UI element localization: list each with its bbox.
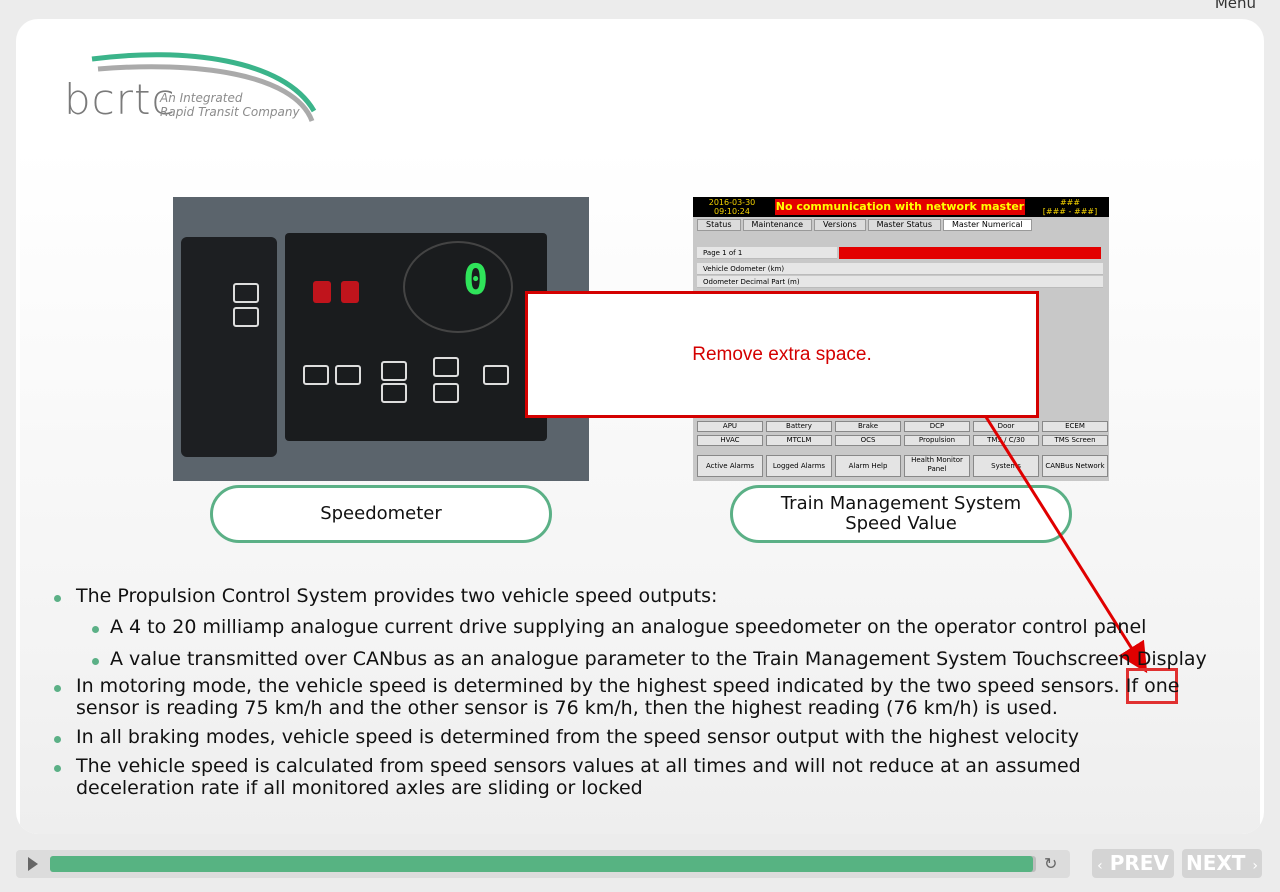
player-controls: ↻ [16, 850, 1070, 878]
list-item: In motoring mode, the vehicle speed is d… [50, 675, 1179, 719]
list-item: The Propulsion Control System provides t… [50, 585, 717, 607]
bullet-icon [54, 685, 61, 692]
replay-icon[interactable]: ↻ [1044, 854, 1057, 874]
tms-button: TMS Screen [1042, 435, 1108, 446]
red-switch [341, 281, 359, 303]
speed-dial [403, 241, 513, 333]
caption-speedometer: Speedometer [210, 485, 552, 543]
bullet-icon [54, 736, 61, 743]
tms-button: ECEM [1042, 421, 1108, 432]
tms-button: Battery [766, 421, 832, 432]
tms-alert: No communication with network master [775, 199, 1025, 215]
panel-button [483, 365, 509, 385]
panel-button [433, 383, 459, 403]
tms-row: Odometer Decimal Part (m) [697, 276, 1103, 288]
bullet-icon [54, 765, 61, 772]
progress-bar[interactable] [50, 856, 1036, 872]
tms-datetime: 2016-03-30 09:10:24 [708, 198, 756, 216]
chevron-right-icon: › [1252, 858, 1259, 874]
list-item: A 4 to 20 milliamp analogue current driv… [50, 616, 1146, 638]
tms-hash: ### [### - ###] [1042, 198, 1098, 216]
panel-button [381, 361, 407, 381]
tms-button: APU [697, 421, 763, 432]
review-callout: Remove extra space. [525, 291, 1039, 418]
tms-button-row: Active Alarms Logged Alarms Alarm Help H… [697, 455, 1108, 477]
bullet-icon [92, 626, 99, 633]
tms-tab: Versions [814, 219, 866, 231]
panel-button [335, 365, 361, 385]
tms-tab: Master Numerical [942, 219, 1032, 231]
tms-button: Health Monitor Panel [904, 455, 970, 477]
tms-tabs: Status Maintenance Versions Master Statu… [697, 219, 1032, 231]
list-item: The vehicle speed is calculated from spe… [50, 755, 1081, 799]
handset-panel [181, 237, 277, 457]
chevron-left-icon: ‹ [1097, 858, 1103, 874]
panel-button [433, 357, 459, 377]
tms-button: OCS [835, 435, 901, 446]
menu-button[interactable]: Menu [1215, 0, 1256, 12]
tms-button: Systems [973, 455, 1039, 477]
progress-fill [50, 856, 1034, 872]
tms-tab: Master Status [867, 219, 941, 231]
tms-page-indicator: Page 1 of 1 [697, 247, 837, 259]
next-button[interactable]: NEXT › [1182, 849, 1262, 878]
tms-button: HVAC [697, 435, 763, 446]
panel-button [233, 307, 259, 327]
content-area: 0 2016-03-30 09:10:24 No communication wi… [20, 147, 1260, 834]
bullet-icon [54, 595, 61, 602]
tms-tab: Maintenance [742, 219, 813, 231]
tms-red-row [839, 247, 1101, 259]
tms-button: Door [973, 421, 1039, 432]
tms-row: Vehicle Odometer (km) [697, 263, 1103, 275]
list-item: A value transmitted over CANbus as an an… [50, 648, 1207, 670]
slide: bcrtc An Integrated Rapid Transit Compan… [16, 19, 1264, 834]
tms-button: Active Alarms [697, 455, 763, 477]
prev-button[interactable]: ‹ PREV [1092, 849, 1174, 878]
panel-button [381, 383, 407, 403]
tms-button-row: HVAC MTCLM OCS Propulsion TMS / C/30 TMS… [697, 435, 1108, 446]
tms-button: Propulsion [904, 435, 970, 446]
logo-tagline: An Integrated Rapid Transit Company [160, 91, 300, 119]
tms-button: Brake [835, 421, 901, 432]
list-item: In all braking modes, vehicle speed is d… [50, 726, 1079, 748]
tms-button: TMS / C/30 [973, 435, 1039, 446]
speed-digit: 0 [463, 255, 489, 304]
bullet-icon [92, 658, 99, 665]
bcrtc-logo: bcrtc An Integrated Rapid Transit Compan… [64, 51, 334, 131]
tms-tab: Status [697, 219, 741, 231]
tms-button: Alarm Help [835, 455, 901, 477]
panel-button [303, 365, 329, 385]
tms-button: MTCLM [766, 435, 832, 446]
play-icon[interactable] [28, 857, 38, 871]
tms-button: CANBus Network [1042, 455, 1108, 477]
logo-wordmark: bcrtc [64, 75, 176, 124]
tms-button: Logged Alarms [766, 455, 832, 477]
tms-button: DCP [904, 421, 970, 432]
caption-tms: Train Management System Speed Value [730, 485, 1072, 543]
tms-button-row: APU Battery Brake DCP Door ECEM [697, 421, 1108, 432]
red-switch [313, 281, 331, 303]
panel-button [233, 283, 259, 303]
